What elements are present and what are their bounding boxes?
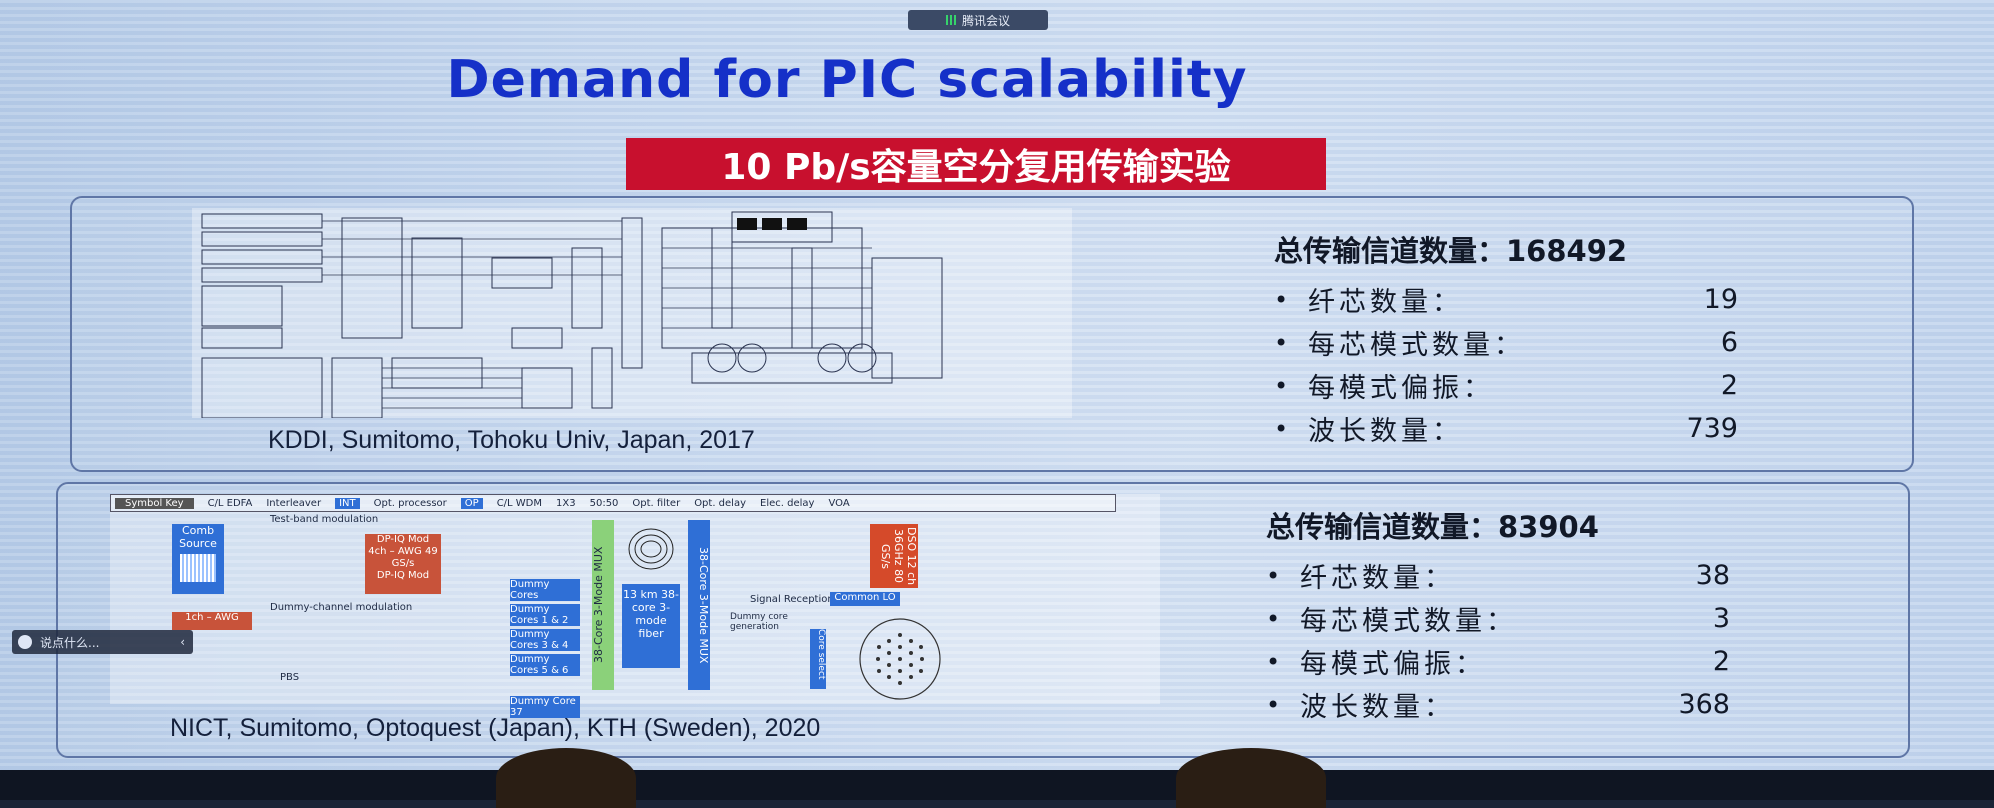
stat-value: 19 (1703, 284, 1738, 315)
stat-label: 纤芯数量： (1300, 563, 1455, 594)
audience-head (496, 748, 636, 808)
emoji-icon[interactable] (18, 635, 32, 649)
comb-spectrum-icon (180, 554, 216, 582)
stat-label: 每芯模式数量： (1300, 606, 1517, 637)
coupler-5050-key: 50:50 (589, 497, 619, 509)
dummy-mod-label: Dummy-channel modulation (270, 602, 413, 613)
meeting-badge[interactable]: 腾讯会议 (908, 10, 1048, 30)
bullet-icon: • (1266, 647, 1281, 676)
comb-source-box: Comb Source (172, 524, 224, 594)
experiment-1-diagram (192, 208, 1072, 418)
dpiq-mod-label: DP-IQ Mod (376, 534, 430, 545)
bullet-icon: • (1274, 414, 1289, 443)
stat-label: 纤芯数量： (1308, 287, 1463, 318)
slide-title: Demand for PIC scalability (446, 50, 1248, 110)
dso-box: DSO 12 ch 36GHz 80 GS/s (870, 524, 918, 588)
audience-area (0, 770, 1994, 800)
experiment-2-stats: 总传输信道数量：83904 • 纤芯数量： 38 • 每芯模式数量： 3 • 每… (1266, 504, 1826, 726)
dummy-core-item: Dummy Cores 1 & 2 (510, 604, 580, 626)
opt-delay-key: Opt. delay (694, 497, 747, 509)
stat-row: • 波长数量： 739 (1274, 407, 1834, 450)
stat-value: 38 (1695, 560, 1730, 591)
slide-subtitle: 10 Pb/s容量空分复用传输实验 (626, 138, 1326, 190)
stat-label: 每芯模式数量： (1308, 330, 1525, 361)
stat-row: • 纤芯数量： 38 (1266, 554, 1826, 597)
stat-label: 波长数量： (1308, 416, 1463, 447)
fiber-cross-section-icon (859, 618, 941, 700)
stat-value: 2 (1712, 646, 1730, 677)
experiment-1-total: 总传输信道数量：168492 (1274, 234, 1628, 268)
stat-row: • 每芯模式数量： 6 (1274, 321, 1834, 364)
chevron-left-icon[interactable]: ‹ (172, 635, 193, 649)
interleaver-key: Interleaver (266, 497, 322, 509)
core-select-box: Core select (810, 629, 826, 689)
stat-label: 每模式偏振： (1308, 373, 1494, 404)
awg-4ch-label: 4ch – AWG 49 GS/s (368, 546, 438, 569)
symbol-key-label: Symbol Key (115, 497, 194, 509)
experiment-1-caption: KDDI, Sumitomo, Tohoku Univ, Japan, 2017 (268, 426, 755, 454)
fiber-spool-icon (628, 528, 674, 570)
experiment-2-diagram: Symbol Key C/L EDFA Interleaver INT Opt.… (110, 494, 1160, 718)
dummy-core-item: Dummy Cores (510, 579, 580, 601)
symbol-key-bar: Symbol Key C/L EDFA Interleaver INT Opt.… (110, 494, 1116, 512)
mux-output: 38-Core 3-Mode MUX (688, 520, 710, 690)
opt-processor-key: Opt. processor (373, 497, 447, 509)
audience-head (1176, 748, 1326, 808)
chat-input-bar[interactable]: 说点什么... ‹ (12, 630, 193, 654)
bullet-icon: • (1274, 328, 1289, 357)
dpiq-mod-box: DP-IQ Mod 4ch – AWG 49 GS/s DP-IQ Mod (365, 534, 441, 594)
experiment-1-stats: 总传输信道数量：168492 • 纤芯数量： 19 • 每芯模式数量： 6 • … (1274, 228, 1834, 450)
awg-1ch-box: 1ch – AWG (172, 612, 252, 630)
stat-value: 3 (1712, 603, 1730, 634)
bullet-icon: • (1266, 690, 1281, 719)
experiment-panel-2: Symbol Key C/L EDFA Interleaver INT Opt.… (56, 482, 1910, 758)
elec-delay-key: Elec. delay (760, 497, 815, 509)
experiment-panel-1: KDDI, Sumitomo, Tohoku Univ, Japan, 2017… (70, 196, 1914, 472)
meeting-badge-label: 腾讯会议 (961, 13, 1010, 28)
chat-input-placeholder[interactable]: 说点什么... (40, 634, 164, 651)
op-key: OP (460, 497, 483, 509)
stat-row: • 每芯模式数量： 3 (1266, 597, 1826, 640)
bullet-icon: • (1266, 561, 1281, 590)
dummy-gen-label: Dummy core generation (730, 612, 788, 632)
stat-row: • 波长数量： 368 (1266, 683, 1826, 726)
voa-key: VOA (828, 497, 850, 509)
mux-input: 38-Core 3-Mode MUX (592, 520, 614, 690)
dummy-core-item: Dummy Cores 5 & 6 (510, 654, 580, 676)
bullet-icon: • (1274, 371, 1289, 400)
stat-label: 波长数量： (1300, 692, 1455, 723)
experiment-2-caption: NICT, Sumitomo, Optoquest (Japan), KTH (… (170, 714, 821, 742)
comb-source-label: Comb Source (179, 524, 217, 550)
fiber-box: 13 km 38-core 3-mode fiber (622, 584, 680, 668)
stat-value: 6 (1720, 327, 1738, 358)
wdm-key: C/L WDM (496, 497, 543, 509)
stat-row: • 纤芯数量： 19 (1274, 278, 1834, 321)
coupler-1x3-key: 1X3 (556, 497, 576, 509)
stat-row: • 每模式偏振： 2 (1266, 640, 1826, 683)
int-key: INT (335, 497, 360, 509)
stat-label: 每模式偏振： (1300, 649, 1486, 680)
dummy-cores-list: Dummy Cores Dummy Cores 1 & 2 Dummy Core… (510, 579, 580, 718)
bullet-icon: • (1274, 285, 1289, 314)
common-lo-box: Common LO (830, 592, 900, 606)
pbs-label: PBS (280, 672, 300, 683)
stat-value: 368 (1678, 689, 1730, 720)
stat-value: 2 (1720, 370, 1738, 401)
stat-value: 739 (1686, 413, 1738, 444)
signal-icon (945, 15, 956, 25)
stat-row: • 每模式偏振： 2 (1274, 364, 1834, 407)
bullet-icon: • (1266, 604, 1281, 633)
dummy-core-item: Dummy Cores 3 & 4 (510, 629, 580, 651)
edfa-key: C/L EDFA (207, 497, 253, 509)
experiment-2-total: 总传输信道数量：83904 (1266, 510, 1599, 544)
opt-filter-key: Opt. filter (632, 497, 681, 509)
test-band-label: Test-band modulation (270, 514, 379, 525)
signal-reception-label: Signal Reception (750, 594, 834, 605)
dpiq-mod-label: DP-IQ Mod (376, 570, 430, 581)
